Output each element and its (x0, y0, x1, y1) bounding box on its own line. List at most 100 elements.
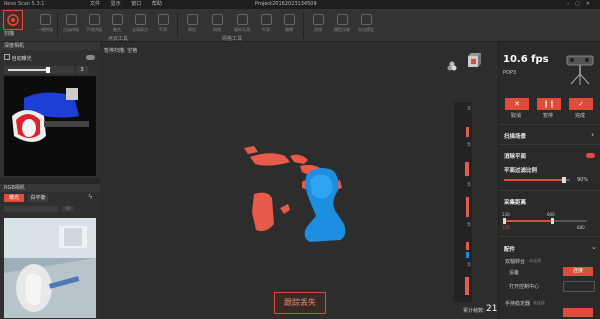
menu-help[interactable]: 帮助 (152, 1, 162, 7)
divider (57, 12, 58, 38)
rgb-camera-title: RGB相机 (0, 184, 100, 192)
done-label: 完成 (575, 113, 586, 119)
rgb-white-balance-tab[interactable]: 白平衡 (28, 194, 48, 202)
distance-label: 采集距离 (504, 200, 527, 206)
tool-label: 平滑 (159, 27, 167, 32)
left-panel: 深度相机 自动曝光 3 RGB相机 曝光 白平衡 ϟ 50 (0, 42, 100, 319)
mesh-icon (211, 14, 223, 25)
rgb-slider[interactable] (4, 206, 58, 212)
tool-label: 去离群点 (132, 27, 148, 32)
tool-label: 网格 (213, 27, 221, 32)
display-mode-icon[interactable] (447, 56, 457, 75)
tool-edit[interactable]: 编辑 (278, 12, 300, 38)
plane-filter-label: 平面过滤比例 (504, 168, 538, 174)
open-control-center-label: 打开控制中心 (509, 284, 540, 290)
edit-icon (283, 14, 295, 25)
device-label: 设备 (509, 270, 520, 276)
divider (499, 144, 600, 145)
depth-preview-image (4, 76, 96, 176)
tool-label: 手动拼接 (86, 27, 102, 32)
tool-compress[interactable]: 模型压缩 (331, 12, 353, 38)
auto-exposure-toggle[interactable] (86, 55, 95, 60)
chevron-down-icon[interactable]: ⌄ (591, 243, 597, 251)
export-icon (360, 14, 372, 25)
device-name: POP3 (503, 70, 517, 76)
scan-button[interactable] (3, 10, 23, 30)
menu-file[interactable]: 文件 (90, 1, 100, 7)
title-bar: Revo Scan 5.3.1 文件 显示 窗口 帮助 Project20162… (0, 0, 600, 9)
plane-filter-slider[interactable] (504, 177, 570, 183)
handheld-state: 未连接 (533, 300, 545, 305)
tool-texture[interactable]: 纹理 (307, 12, 329, 38)
frame-count-label: 累计帧数: (463, 308, 485, 314)
menu-view[interactable]: 显示 (111, 1, 121, 7)
simplify-icon (186, 14, 198, 25)
rgb-value[interactable]: 50 (62, 206, 74, 212)
tool-merge[interactable]: 一键拼接 (34, 12, 56, 38)
point-cloud (244, 146, 346, 242)
pause-button[interactable]: ❙❙ (537, 98, 561, 110)
config-label: 配件 (504, 247, 516, 253)
viewport-3d[interactable]: 暂停扫描: 空格 跟踪丢失 累计帧数: 21 无 无 无 无 无 (100, 42, 498, 319)
chevron-right-icon[interactable]: › (591, 130, 594, 139)
group-point-cloud: 点云工具 (108, 36, 129, 42)
tool-cloud-merge[interactable]: 点云拼接 (60, 12, 82, 38)
divider (177, 12, 178, 38)
app-title: Revo Scan 5.3.1 (4, 1, 45, 7)
remove-plane-toggle[interactable] (586, 153, 595, 158)
distance-min: 130 (502, 212, 510, 217)
handheld-connect-button[interactable] (563, 308, 593, 317)
tool-manual-merge[interactable]: 手动拼接 (83, 12, 105, 38)
cloud-merge-icon (65, 14, 77, 25)
tool-outlier[interactable]: 去离群点 (129, 12, 151, 38)
open-control-center-button[interactable] (563, 281, 595, 292)
fuse-icon (111, 14, 123, 25)
tool-label: 融合 (113, 27, 121, 32)
depth-preview (4, 76, 96, 176)
tool-label: 编辑 (285, 27, 293, 32)
view-cube-icon (468, 53, 481, 67)
tool-label: 平滑 (262, 27, 270, 32)
tracking-lost-banner: 跟踪丢失 (274, 292, 326, 314)
flash-icon[interactable]: ϟ (88, 193, 93, 201)
compress-icon (336, 14, 348, 25)
mesh-smooth-icon (260, 14, 272, 25)
distance-low: 120 (502, 225, 510, 230)
connect-button[interactable]: 连接 (563, 267, 593, 276)
turntable-label: 双轴转台 (505, 259, 526, 265)
divider (499, 124, 600, 125)
right-panel: 10.6 fps POP3 ✕ ❙❙ ✓ 取消 暂停 完成 扫描场景 › 消除平… (498, 42, 600, 319)
window-controls[interactable]: –▢✕ (567, 0, 596, 9)
distance-slider[interactable] (503, 218, 587, 224)
point-cloud-blue (304, 168, 346, 242)
tool-label: 点云拼接 (63, 27, 79, 32)
tool-simplify[interactable]: 简化 (181, 12, 203, 38)
toolbar: 扫描 一键拼接 点云拼接 手动拼接 融合 去离群点 平滑 点云工具 简化 网格 … (0, 9, 600, 42)
texture-icon (312, 14, 324, 25)
turntable-state: 未连接 (529, 258, 541, 263)
depth-camera-title: 深度相机 (0, 42, 100, 50)
exposure-value[interactable]: 3 (76, 66, 88, 74)
rgb-exposure-tab[interactable]: 曝光 (4, 194, 24, 202)
checkbox-icon[interactable] (4, 54, 10, 60)
tool-smooth[interactable]: 平滑 (152, 12, 174, 38)
group-mesh: 网格工具 (222, 36, 243, 42)
view-cube[interactable] (466, 52, 482, 74)
tool-label: 简化 (188, 27, 196, 32)
auto-exposure-row: 自动曝光 (4, 54, 32, 62)
project-name: Project20162023134509 (255, 1, 317, 7)
tool-label: 纹理 (314, 27, 322, 32)
tool-export[interactable]: 导出模型 (355, 12, 377, 38)
tool-mesh-smooth[interactable]: 平滑 (255, 12, 277, 38)
pause-label: 暂停 (543, 113, 554, 119)
cancel-button[interactable]: ✕ (505, 98, 529, 110)
menu-bar: 文件 显示 窗口 帮助 (90, 0, 171, 9)
done-button[interactable]: ✓ (569, 98, 593, 110)
exposure-slider[interactable] (4, 66, 74, 74)
menu-window[interactable]: 窗口 (131, 1, 141, 7)
tool-label: 填补孔洞 (234, 27, 250, 32)
divider (499, 190, 600, 191)
remove-plane-label: 消除平面 (504, 154, 527, 160)
distance-max: 600 (547, 212, 555, 217)
rgb-preview-image (4, 218, 96, 318)
